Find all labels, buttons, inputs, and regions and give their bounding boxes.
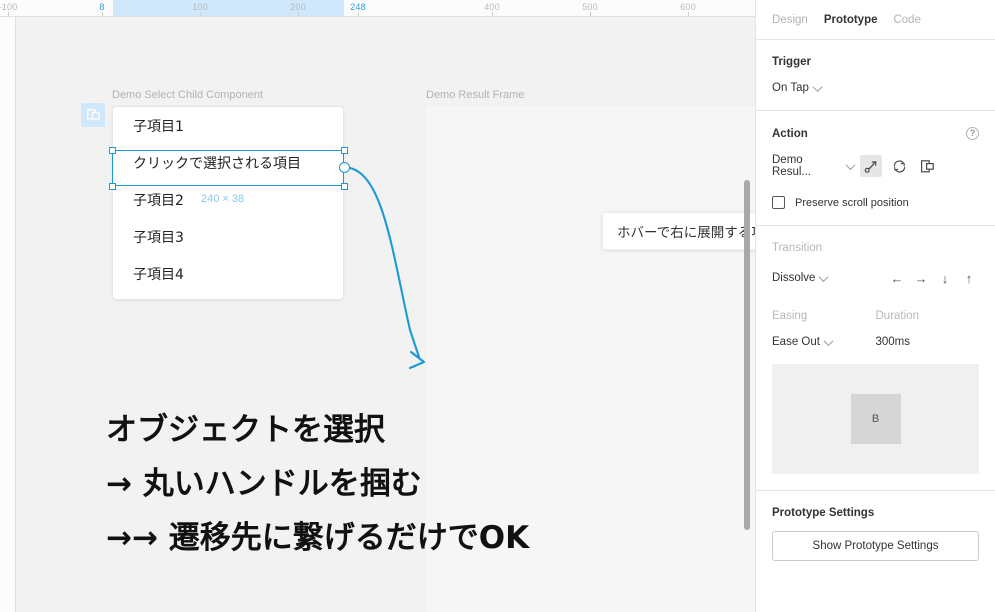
open-overlay-glyph [920, 159, 934, 172]
trigger-title: Trigger [772, 56, 811, 68]
tab-code[interactable]: Code [893, 14, 921, 26]
easing-value: Ease Out [772, 336, 820, 348]
easing-label: Easing [772, 310, 808, 322]
arrow-down-icon[interactable]: ↓ [935, 268, 955, 288]
transition-direction-group: ← → ↓ ↑ [887, 268, 979, 288]
dropdown-item[interactable]: 子項目3 [113, 218, 343, 255]
easing-duration-labels: Easing Duration [772, 310, 979, 322]
connector-path [348, 166, 421, 359]
component-instance-icon[interactable] [81, 103, 105, 127]
preserve-scroll-row[interactable]: Preserve scroll position [772, 196, 979, 209]
easing-duration-values: Ease Out 300ms [772, 335, 980, 348]
horizontal-ruler[interactable]: -100 8 100 200 248 400 500 600 [0, 0, 755, 17]
selection-handle-bl[interactable] [109, 183, 116, 190]
ruler-mark-0 [8, 12, 9, 16]
swap-icon[interactable] [888, 155, 910, 177]
ruler-mark-3 [298, 12, 299, 16]
chevron-down-icon [845, 159, 856, 170]
ruler-selection-highlight [113, 0, 344, 16]
transition-preview[interactable]: B [772, 364, 979, 474]
ruler-mark-2 [200, 12, 201, 16]
ruler-mark-5 [492, 12, 493, 16]
action-destination-value: Demo Resul... [772, 154, 811, 178]
annotation-line-2: → 丸いハンドルを掴む [106, 466, 422, 502]
tab-prototype[interactable]: Prototype [824, 14, 878, 26]
frame-label-result-frame[interactable]: Demo Result Frame [426, 89, 524, 101]
frame-label-child-component[interactable]: Demo Select Child Component [112, 89, 263, 101]
action-destination-dropdown[interactable]: Demo Resul... [772, 154, 856, 178]
canvas[interactable]: -100 8 100 200 248 400 500 600 Demo Select Chil… [0, 0, 755, 612]
ruler-mark-4 [358, 12, 359, 16]
navigate-to-glyph [864, 160, 876, 173]
chevron-down-icon [812, 81, 823, 92]
action-heading: Action ? [772, 127, 979, 140]
prototype-settings-section: Prototype Settings Show Prototype Settin… [756, 491, 995, 577]
tab-design[interactable]: Design [772, 14, 808, 26]
arrow-up-icon[interactable]: ↑ [959, 268, 979, 288]
trigger-row: On Tap [772, 81, 979, 94]
ruler-mark-7 [688, 12, 689, 16]
duration-input[interactable]: 300ms [876, 336, 980, 348]
action-row: Demo Resul... [772, 154, 979, 178]
show-prototype-settings-button[interactable]: Show Prototype Settings [772, 531, 979, 561]
dropdown-item-selected[interactable]: クリックで選択される項目 [113, 144, 343, 181]
action-title: Action [772, 127, 808, 140]
annotation-line-3: →→ 遷移先に繋げるだけでOK [106, 520, 530, 556]
transition-section: Transition Dissolve ← → ↓ ↑ Easing Durat… [756, 226, 995, 364]
vertical-ruler[interactable] [0, 17, 16, 612]
trigger-value: On Tap [772, 82, 809, 94]
navigate-to-icon[interactable] [860, 155, 882, 177]
hover-tooltip[interactable]: ホバーで右に展開する項目 [602, 212, 755, 250]
dropdown-item[interactable]: 子項目1 [113, 107, 343, 144]
trigger-dropdown[interactable]: On Tap [772, 81, 823, 94]
swap-glyph [893, 159, 905, 173]
action-section: Action ? Demo Resul... Preserve scroll p… [756, 111, 995, 226]
trigger-section: Trigger On Tap [756, 40, 995, 111]
duration-label: Duration [875, 310, 919, 322]
question-mark-icon[interactable]: ? [966, 127, 979, 140]
transition-title: Transition [772, 242, 823, 254]
selection-handle-tl[interactable] [109, 147, 116, 154]
prototype-connector-handle[interactable] [339, 162, 350, 173]
right-panel: Design Prototype Code Trigger On Tap Act… [755, 0, 995, 612]
trigger-heading: Trigger [772, 56, 979, 68]
component-instance-glyph [86, 108, 100, 120]
chevron-down-icon [819, 271, 829, 282]
selection-size-badge: 240 × 38 [201, 193, 245, 205]
open-overlay-icon[interactable] [916, 155, 938, 177]
preserve-scroll-checkbox[interactable] [772, 196, 785, 209]
ruler-mark-6 [590, 12, 591, 16]
transition-type-dropdown[interactable]: Dissolve [772, 271, 829, 284]
prototype-settings-heading: Prototype Settings [772, 507, 979, 519]
figma-window: -100 8 100 200 248 400 500 600 Demo Select Chil… [0, 0, 995, 612]
ruler-mark-1 [102, 12, 103, 16]
selection-handle-br[interactable] [341, 183, 348, 190]
canvas-vertical-scrollbar[interactable] [744, 180, 750, 530]
preserve-scroll-label: Preserve scroll position [795, 196, 909, 209]
panel-tab-bar[interactable]: Design Prototype Code [756, 0, 995, 40]
easing-dropdown[interactable]: Ease Out [772, 335, 876, 348]
preview-thumbnail: B [850, 394, 901, 444]
annotation-line-1: オブジェクトを選択 [106, 412, 385, 448]
arrow-left-icon[interactable]: ← [887, 268, 907, 288]
easing-dropdown-inner[interactable]: Ease Out [772, 335, 834, 348]
prototype-settings-title: Prototype Settings [772, 507, 875, 519]
connector-arrowhead [408, 350, 426, 370]
transition-row: Dissolve ← → ↓ ↑ [772, 268, 979, 288]
chevron-down-icon [823, 335, 834, 346]
selection-handle-tr[interactable] [341, 147, 348, 154]
dropdown-item[interactable]: 子項目4 [113, 255, 343, 292]
transition-type-value: Dissolve [772, 272, 816, 284]
arrow-right-icon[interactable]: → [911, 268, 931, 288]
